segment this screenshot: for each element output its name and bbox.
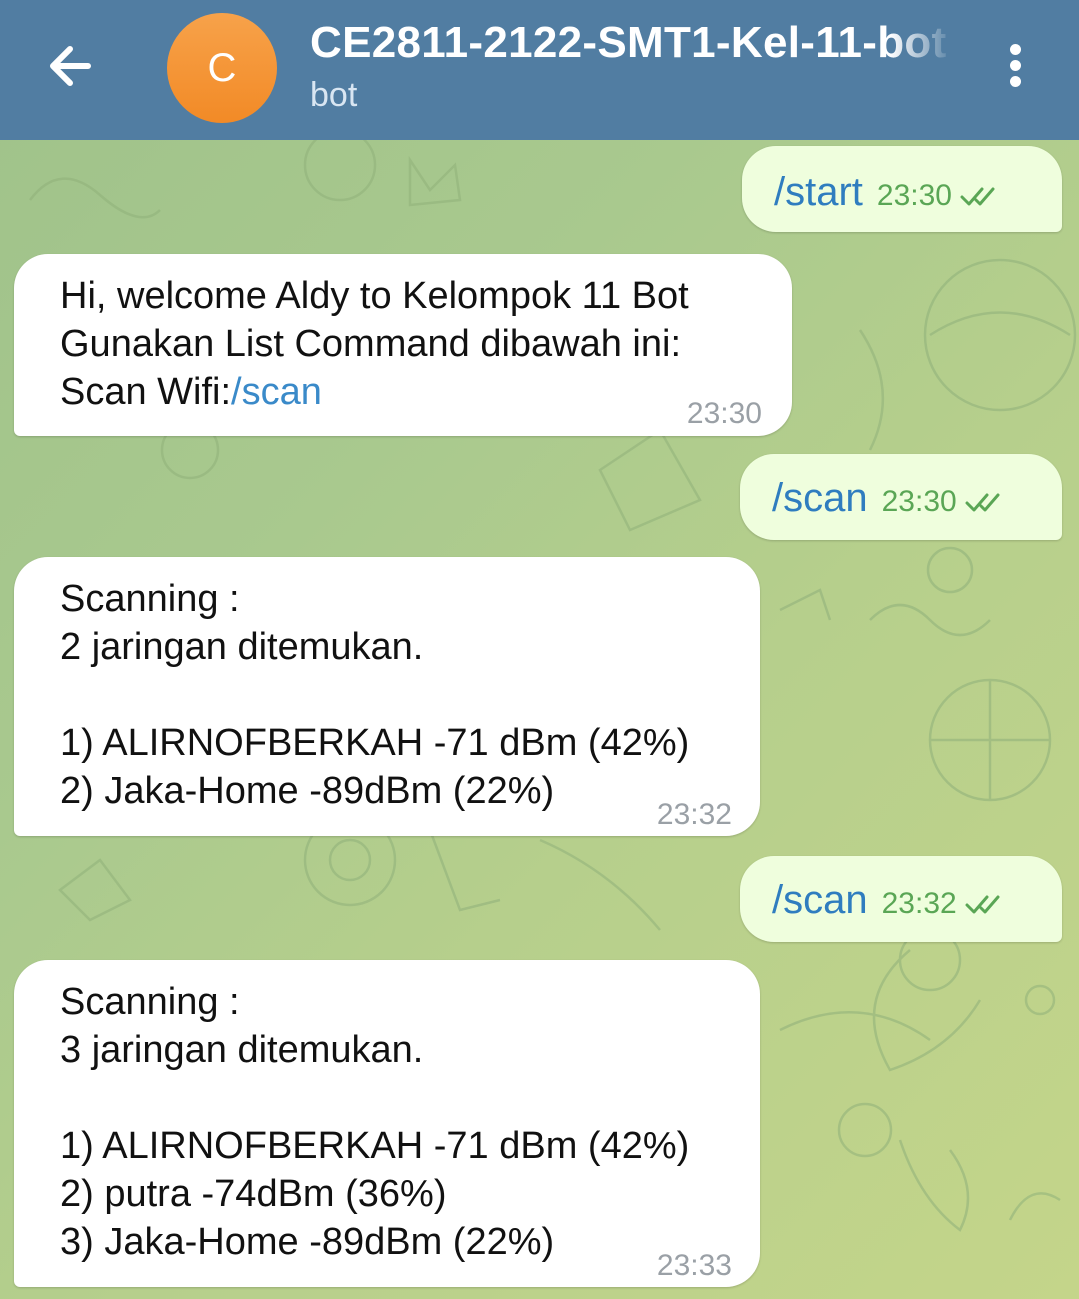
avatar[interactable]: C: [167, 13, 277, 123]
double-check-icon: [965, 493, 1000, 512]
incoming-message[interactable]: Scanning : 2 jaringan ditemukan. 1) ALIR…: [14, 557, 760, 836]
more-options-icon[interactable]: [995, 40, 1035, 96]
incoming-message[interactable]: Scanning : 3 jaringan ditemukan. 1) ALIR…: [14, 960, 760, 1287]
back-arrow-icon[interactable]: [40, 36, 100, 96]
message-time: 23:33: [656, 1249, 732, 1282]
message-time: 23:32: [881, 887, 957, 920]
message-line: Hi, welcome Aldy to Kelompok 11 Bot: [60, 275, 689, 317]
message-line: Gunakan List Command dibawah ini:: [60, 323, 682, 365]
double-check-icon: [965, 895, 1000, 914]
incoming-message[interactable]: Hi, welcome Aldy to Kelompok 11 Bot Guna…: [14, 254, 792, 436]
message-time: 23:30: [686, 397, 762, 430]
chat-header: C CE2811-2122-SMT1-Kel-11-bot bot: [0, 0, 1079, 140]
message-text[interactable]: /start: [774, 170, 863, 214]
chat-area: /start 23:30 Hi, welcome Aldy to Kelompok…: [0, 140, 1079, 1299]
outgoing-message[interactable]: /scan 23:32: [740, 856, 1062, 942]
message-time: 23:32: [656, 798, 732, 831]
message-text: Scanning : 3 jaringan ditemukan. 1) ALIR…: [60, 981, 690, 1263]
message-time: 23:30: [881, 485, 957, 518]
message-text: Scanning : 2 jaringan ditemukan. 1) ALIR…: [60, 578, 690, 812]
chat-subtitle: bot: [310, 76, 358, 114]
message-text[interactable]: /scan: [772, 476, 868, 520]
message-time: 23:30: [876, 179, 952, 212]
double-check-icon: [960, 187, 995, 206]
message-text[interactable]: /scan: [772, 878, 868, 922]
outgoing-message[interactable]: /start 23:30: [742, 146, 1062, 232]
scan-command-link[interactable]: /scan: [231, 371, 322, 413]
chat-title[interactable]: CE2811-2122-SMT1-Kel-11-bot: [310, 18, 955, 74]
message-line: Scan Wifi:: [60, 371, 232, 413]
outgoing-message[interactable]: /scan 23:30: [740, 454, 1062, 540]
